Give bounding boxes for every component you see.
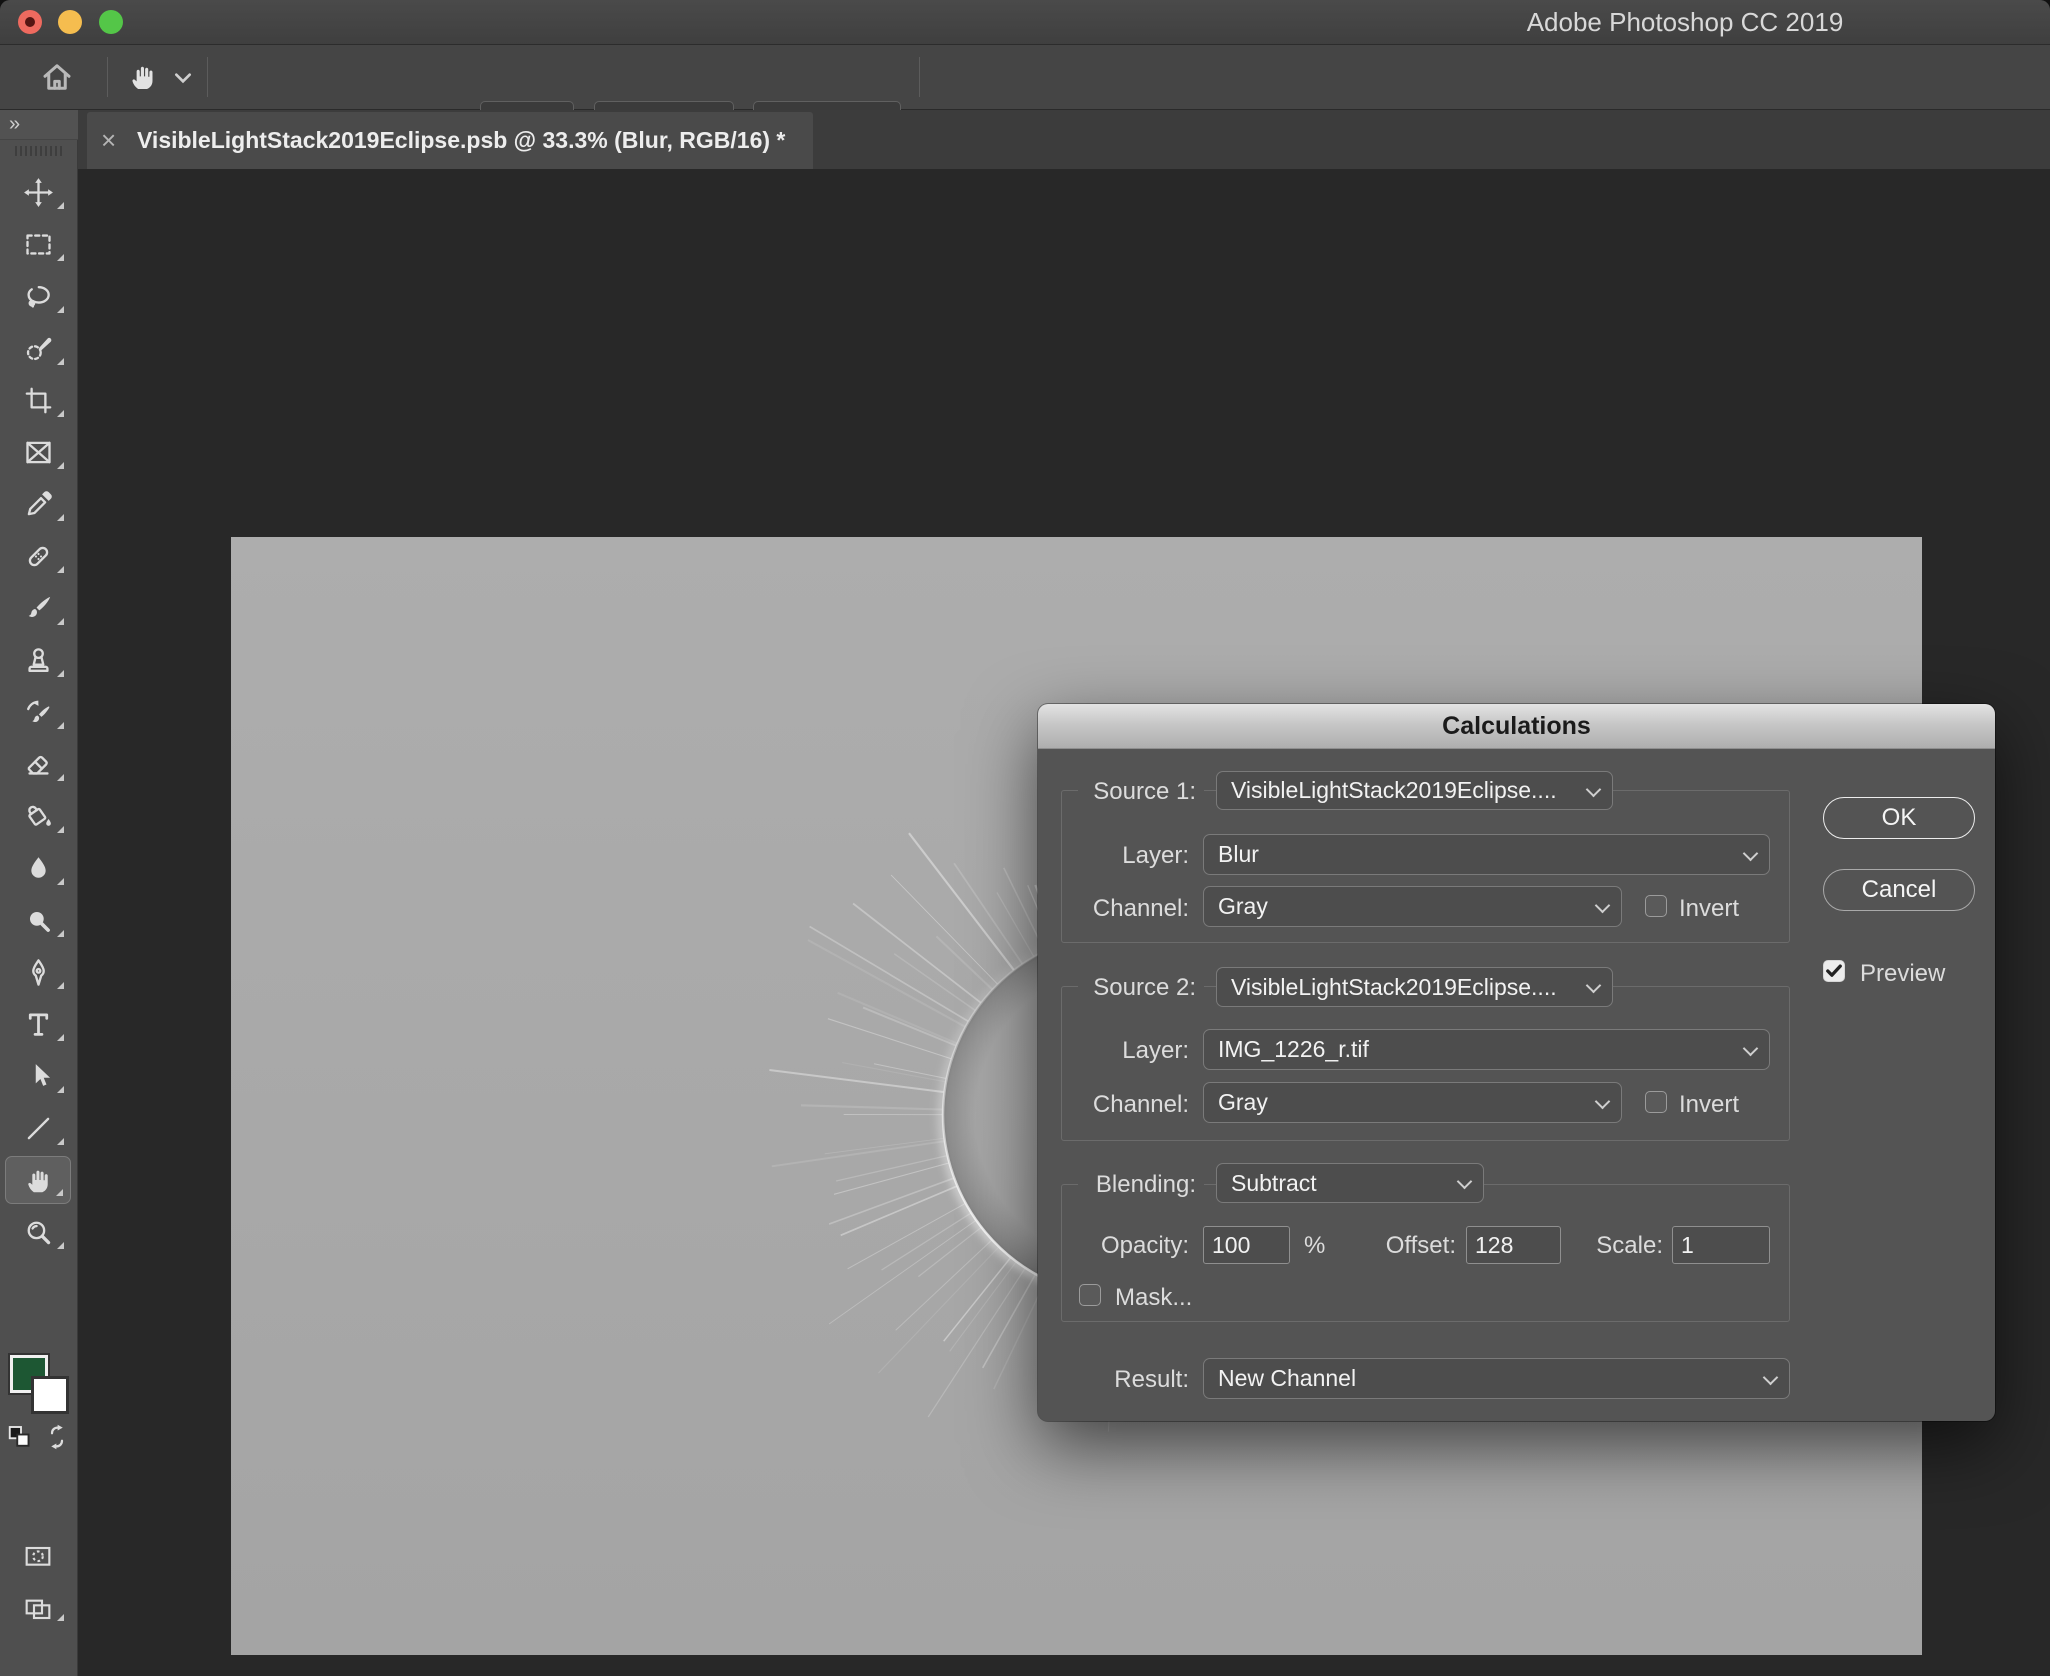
opacity-label: Opacity: xyxy=(1038,1232,1189,1260)
close-tab-icon[interactable]: × xyxy=(101,112,116,169)
tool-zoom-icon[interactable] xyxy=(5,1208,71,1256)
source2-channel-label: Channel: xyxy=(1038,1091,1189,1119)
tool-crop-icon[interactable] xyxy=(5,376,71,424)
divider xyxy=(107,57,108,97)
blending-label: Blending: xyxy=(1078,1170,1204,1200)
tool-frame-icon[interactable] xyxy=(5,428,71,476)
calculations-dialog: Calculations Source 1: VisibleLightStack… xyxy=(1038,704,1995,1421)
tool-move-icon[interactable] xyxy=(5,168,71,216)
tool-quick-selection-icon[interactable] xyxy=(5,324,71,372)
scale-label: Scale: xyxy=(1558,1232,1663,1260)
tool-eyedropper-icon[interactable] xyxy=(5,480,71,528)
tool-history-brush-icon[interactable] xyxy=(5,688,71,736)
ok-button[interactable]: OK xyxy=(1823,797,1975,839)
minimize-window-button[interactable] xyxy=(58,10,82,34)
source1-channel-dropdown[interactable]: Gray xyxy=(1203,886,1622,927)
tool-dodge-icon[interactable] xyxy=(5,896,71,944)
source2-layer-dropdown[interactable]: IMG_1226_r.tif xyxy=(1203,1029,1770,1070)
mask-checkbox[interactable] xyxy=(1079,1284,1101,1306)
chevron-down-icon[interactable] xyxy=(172,70,194,91)
tool-marquee-icon[interactable] xyxy=(5,220,71,268)
document-tab[interactable]: × VisibleLightStack2019Eclipse.psb @ 33.… xyxy=(87,112,813,169)
tool-eraser-icon[interactable] xyxy=(5,740,71,788)
source2-dropdown[interactable]: VisibleLightStack2019Eclipse.... xyxy=(1216,967,1613,1007)
tool-hand-icon[interactable] xyxy=(5,1156,71,1204)
divider xyxy=(919,57,920,97)
tools-panel: » xyxy=(0,110,78,1676)
tool-lasso-icon[interactable] xyxy=(5,272,71,320)
cancel-button[interactable]: Cancel xyxy=(1823,869,1975,911)
window-title: Adobe Photoshop CC 2019 xyxy=(1500,0,1870,45)
source2-layer-label: Layer: xyxy=(1038,1037,1189,1065)
source1-invert-checkbox[interactable] xyxy=(1645,895,1667,917)
source1-dropdown[interactable]: VisibleLightStack2019Eclipse.... xyxy=(1216,771,1613,810)
scale-input[interactable] xyxy=(1672,1226,1770,1264)
mask-label: Mask... xyxy=(1115,1284,1192,1312)
result-label: Result: xyxy=(1038,1366,1189,1394)
blending-dropdown[interactable]: Subtract xyxy=(1216,1163,1484,1203)
tool-healing-brush-icon[interactable] xyxy=(5,532,71,580)
hand-icon[interactable] xyxy=(122,56,164,98)
source2-invert-label: Invert xyxy=(1679,1091,1739,1119)
swap-colors-icon[interactable] xyxy=(38,1418,76,1456)
tool-brush-icon[interactable] xyxy=(5,584,71,632)
photoshop-window: Adobe Photoshop CC 2019 Scroll All Windo… xyxy=(0,0,2050,1676)
tool-blur-icon[interactable] xyxy=(5,844,71,892)
background-color-swatch[interactable] xyxy=(31,1376,69,1414)
document-tab-title: VisibleLightStack2019Eclipse.psb @ 33.3%… xyxy=(137,112,785,169)
source1-channel-label: Channel: xyxy=(1038,895,1189,923)
options-bar: Scroll All Windows 100% Fit Screen Fill … xyxy=(0,45,2050,110)
tool-type-icon[interactable] xyxy=(5,1000,71,1048)
window-titlebar: Adobe Photoshop CC 2019 xyxy=(0,0,2050,45)
tool-path-selection-icon[interactable] xyxy=(5,1052,71,1100)
source1-invert-label: Invert xyxy=(1679,895,1739,923)
tool-pen-icon[interactable] xyxy=(5,948,71,996)
quick-mask-icon[interactable] xyxy=(5,1536,71,1576)
dialog-title[interactable]: Calculations xyxy=(1038,704,1995,749)
source1-layer-dropdown[interactable]: Blur xyxy=(1203,834,1770,875)
expand-panel-button[interactable]: » xyxy=(0,110,78,140)
offset-input[interactable] xyxy=(1466,1226,1561,1264)
default-colors-icon[interactable] xyxy=(2,1418,40,1456)
close-window-button[interactable] xyxy=(18,10,42,34)
source2-label: Source 2: xyxy=(1078,973,1204,1003)
percent-label: % xyxy=(1304,1232,1325,1260)
result-dropdown[interactable]: New Channel xyxy=(1203,1358,1790,1399)
panel-grip[interactable] xyxy=(15,146,63,156)
tool-clone-stamp-icon[interactable] xyxy=(5,636,71,684)
tool-paint-bucket-icon[interactable] xyxy=(5,792,71,840)
tool-line-icon[interactable] xyxy=(5,1104,71,1152)
preview-label: Preview xyxy=(1860,960,1945,988)
home-icon[interactable] xyxy=(36,56,78,98)
offset-label: Offset: xyxy=(1338,1232,1456,1260)
source1-label: Source 1: xyxy=(1078,777,1204,807)
opacity-input[interactable] xyxy=(1203,1226,1290,1264)
screen-mode-icon[interactable] xyxy=(5,1588,71,1628)
source2-channel-dropdown[interactable]: Gray xyxy=(1203,1082,1622,1123)
source1-layer-label: Layer: xyxy=(1038,842,1189,870)
divider xyxy=(207,57,208,97)
document-tab-bar: × VisibleLightStack2019Eclipse.psb @ 33.… xyxy=(78,110,2050,169)
source2-invert-checkbox[interactable] xyxy=(1645,1091,1667,1113)
preview-checkbox[interactable] xyxy=(1823,960,1845,982)
zoom-window-button[interactable] xyxy=(99,10,123,34)
